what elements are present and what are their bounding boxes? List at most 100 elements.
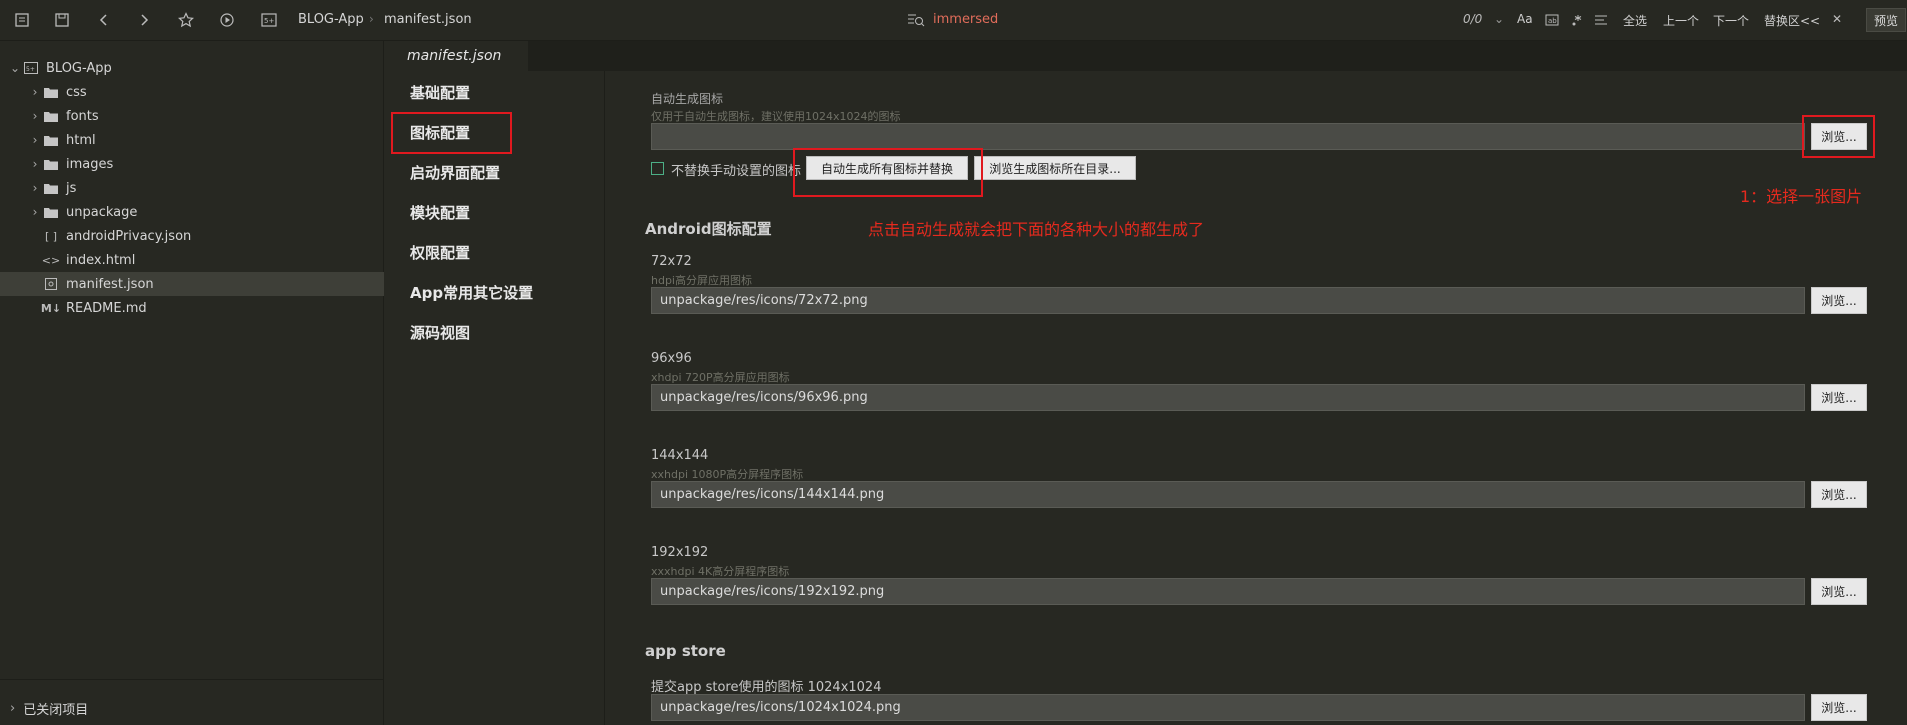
icon-96-browse-button[interactable]: 浏览... <box>1811 384 1867 411</box>
top-toolbar: 5+ BLOG-App › manifest.json immersed 0/0… <box>0 0 1907 41</box>
tree-item-label: unpackage <box>66 204 138 220</box>
forward-icon[interactable] <box>134 10 154 30</box>
new-file-icon[interactable] <box>12 10 32 30</box>
no-replace-checkbox[interactable] <box>651 162 664 175</box>
appstore-icon-label: 提交app store使用的图标 1024x1024 <box>651 680 882 695</box>
folder-icon <box>42 156 60 172</box>
selection-icon[interactable] <box>1591 10 1611 30</box>
run-icon[interactable] <box>217 10 237 30</box>
star-icon[interactable] <box>176 10 196 30</box>
replace-area-toggle[interactable]: 替换区<< <box>1764 12 1820 29</box>
icon-size-label: 72x72 <box>651 254 692 269</box>
tree-file-manifest[interactable]: manifest.json <box>0 272 384 296</box>
chevron-right-icon[interactable]: › <box>28 205 42 219</box>
nav-splash-config[interactable]: 启动界面配置 <box>410 162 500 183</box>
tree-folder-js[interactable]: › js <box>0 176 384 200</box>
nav-app-other-settings[interactable]: App常用其它设置 <box>410 282 533 303</box>
next-match-button[interactable]: 下一个 <box>1713 12 1749 29</box>
closed-projects-label: 已关闭项目 <box>23 702 89 718</box>
tree-folder-html[interactable]: › html <box>0 128 384 152</box>
icon-size-hint: xhdpi 720P高分屏应用图标 <box>651 371 790 384</box>
manifest-settings-nav: 基础配置 图标配置 启动界面配置 模块配置 权限配置 App常用其它设置 源码视… <box>385 71 605 725</box>
icon-144-path-field[interactable]: unpackage/res/icons/144x144.png <box>651 481 1805 508</box>
android-section-title: Android图标配置 <box>645 220 772 238</box>
chevron-down-icon[interactable]: ⌄ <box>1494 12 1504 26</box>
tree-item-label: fonts <box>66 108 99 124</box>
tree-file-readme[interactable]: M↓ README.md <box>0 296 384 320</box>
icon-size-label: 144x144 <box>651 448 709 463</box>
html-file-icon: <> <box>41 253 61 267</box>
annotation-auto-gen-note: 点击自动生成就会把下面的各种大小的都生成了 <box>868 220 1205 239</box>
tree-folder-fonts[interactable]: › fonts <box>0 104 384 128</box>
folder-icon <box>42 180 60 196</box>
icon-96-path-field[interactable]: unpackage/res/icons/96x96.png <box>651 384 1805 411</box>
preview-button[interactable]: 预览 <box>1866 8 1906 32</box>
svg-text:5+: 5+ <box>26 66 35 73</box>
browse-generated-dir-button[interactable]: 浏览生成图标所在目录... <box>974 156 1136 180</box>
folder-icon <box>42 108 60 124</box>
annotation-box-icon-config <box>391 112 512 154</box>
chevron-right-icon[interactable]: › <box>28 85 42 99</box>
select-all-button[interactable]: 全选 <box>1623 12 1647 29</box>
folder-icon <box>42 204 60 220</box>
auto-icon-path-field[interactable] <box>651 123 1805 150</box>
match-count: 0/0 <box>1463 12 1483 26</box>
auto-icon-label: 自动生成图标 <box>651 92 724 106</box>
tree-item-label: js <box>66 180 77 196</box>
chevron-right-icon[interactable]: › <box>28 109 42 123</box>
icon-144-browse-button[interactable]: 浏览... <box>1811 481 1867 508</box>
appstore-icon-browse-button[interactable]: 浏览... <box>1811 694 1867 721</box>
nav-permission-config[interactable]: 权限配置 <box>410 242 470 263</box>
search-input[interactable]: immersed <box>933 12 998 27</box>
folder-icon <box>42 84 60 100</box>
close-search-icon[interactable]: ✕ <box>1832 12 1842 26</box>
editor-tabs: manifest.json <box>385 41 1907 71</box>
divider <box>0 679 384 680</box>
whole-word-icon[interactable]: ab <box>1542 10 1562 30</box>
nav-basic-config[interactable]: 基础配置 <box>410 82 470 103</box>
save-icon[interactable] <box>52 10 72 30</box>
auto-icon-hint: 仅用于自动生成图标，建议使用1024x1024的图标 <box>651 110 901 123</box>
tree-file-index[interactable]: <> index.html <box>0 248 384 272</box>
nav-source-view[interactable]: 源码视图 <box>410 322 470 343</box>
tree-folder-css[interactable]: › css <box>0 80 384 104</box>
folder-icon <box>42 132 60 148</box>
chevron-right-icon[interactable]: › <box>28 181 42 195</box>
chevron-right-icon[interactable]: › <box>28 157 42 171</box>
tab-manifest[interactable]: manifest.json <box>385 41 528 71</box>
tree-file-androidprivacy[interactable]: [ ] androidPrivacy.json <box>0 224 384 248</box>
nav-module-config[interactable]: 模块配置 <box>410 202 470 223</box>
breadcrumb-project[interactable]: BLOG-App <box>298 12 364 27</box>
match-case-toggle[interactable]: Aa <box>1517 12 1533 26</box>
closed-projects[interactable]: › 已关闭项目 <box>0 696 384 720</box>
tree-folder-images[interactable]: › images <box>0 152 384 176</box>
icon-72-path-field[interactable]: unpackage/res/icons/72x72.png <box>651 287 1805 314</box>
svg-text:ab: ab <box>1548 17 1557 25</box>
appstore-section-title: app store <box>645 642 726 660</box>
markdown-file-icon: M↓ <box>40 301 62 315</box>
tree-item-label: html <box>66 132 96 148</box>
tree-project-root[interactable]: ⌄ 5+ BLOG-App <box>0 56 384 80</box>
back-icon[interactable] <box>94 10 114 30</box>
icon-192-path-field[interactable]: unpackage/res/icons/192x192.png <box>651 578 1805 605</box>
icon-size-hint: xxhdpi 1080P高分屏程序图标 <box>651 468 804 481</box>
appstore-icon-path-field[interactable]: unpackage/res/icons/1024x1024.png <box>651 694 1805 721</box>
project-explorer: ⌄ 5+ BLOG-App › css › fonts › html › ima… <box>0 41 384 725</box>
tree-folder-unpackage[interactable]: › unpackage <box>0 200 384 224</box>
manifest-file-icon <box>42 276 60 292</box>
icon-72-browse-button[interactable]: 浏览... <box>1811 287 1867 314</box>
annotation-step1: 1：选择一张图片 <box>1740 187 1863 206</box>
tree-item-label: index.html <box>66 252 136 268</box>
search-list-icon <box>906 10 926 30</box>
regex-icon[interactable] <box>1567 10 1587 30</box>
prev-match-button[interactable]: 上一个 <box>1663 12 1699 29</box>
icon-192-browse-button[interactable]: 浏览... <box>1811 578 1867 605</box>
chevron-down-icon[interactable]: ⌄ <box>8 61 22 75</box>
icon-size-label: 96x96 <box>651 351 692 366</box>
annotation-box-browse <box>1802 115 1875 158</box>
chevron-right-icon[interactable]: › <box>10 701 15 716</box>
project-name: BLOG-App <box>46 60 112 76</box>
icon-size-hint: xxxhdpi 4K高分屏程序图标 <box>651 565 790 578</box>
chevron-right-icon[interactable]: › <box>28 133 42 147</box>
breadcrumb-file[interactable]: manifest.json <box>384 12 472 27</box>
